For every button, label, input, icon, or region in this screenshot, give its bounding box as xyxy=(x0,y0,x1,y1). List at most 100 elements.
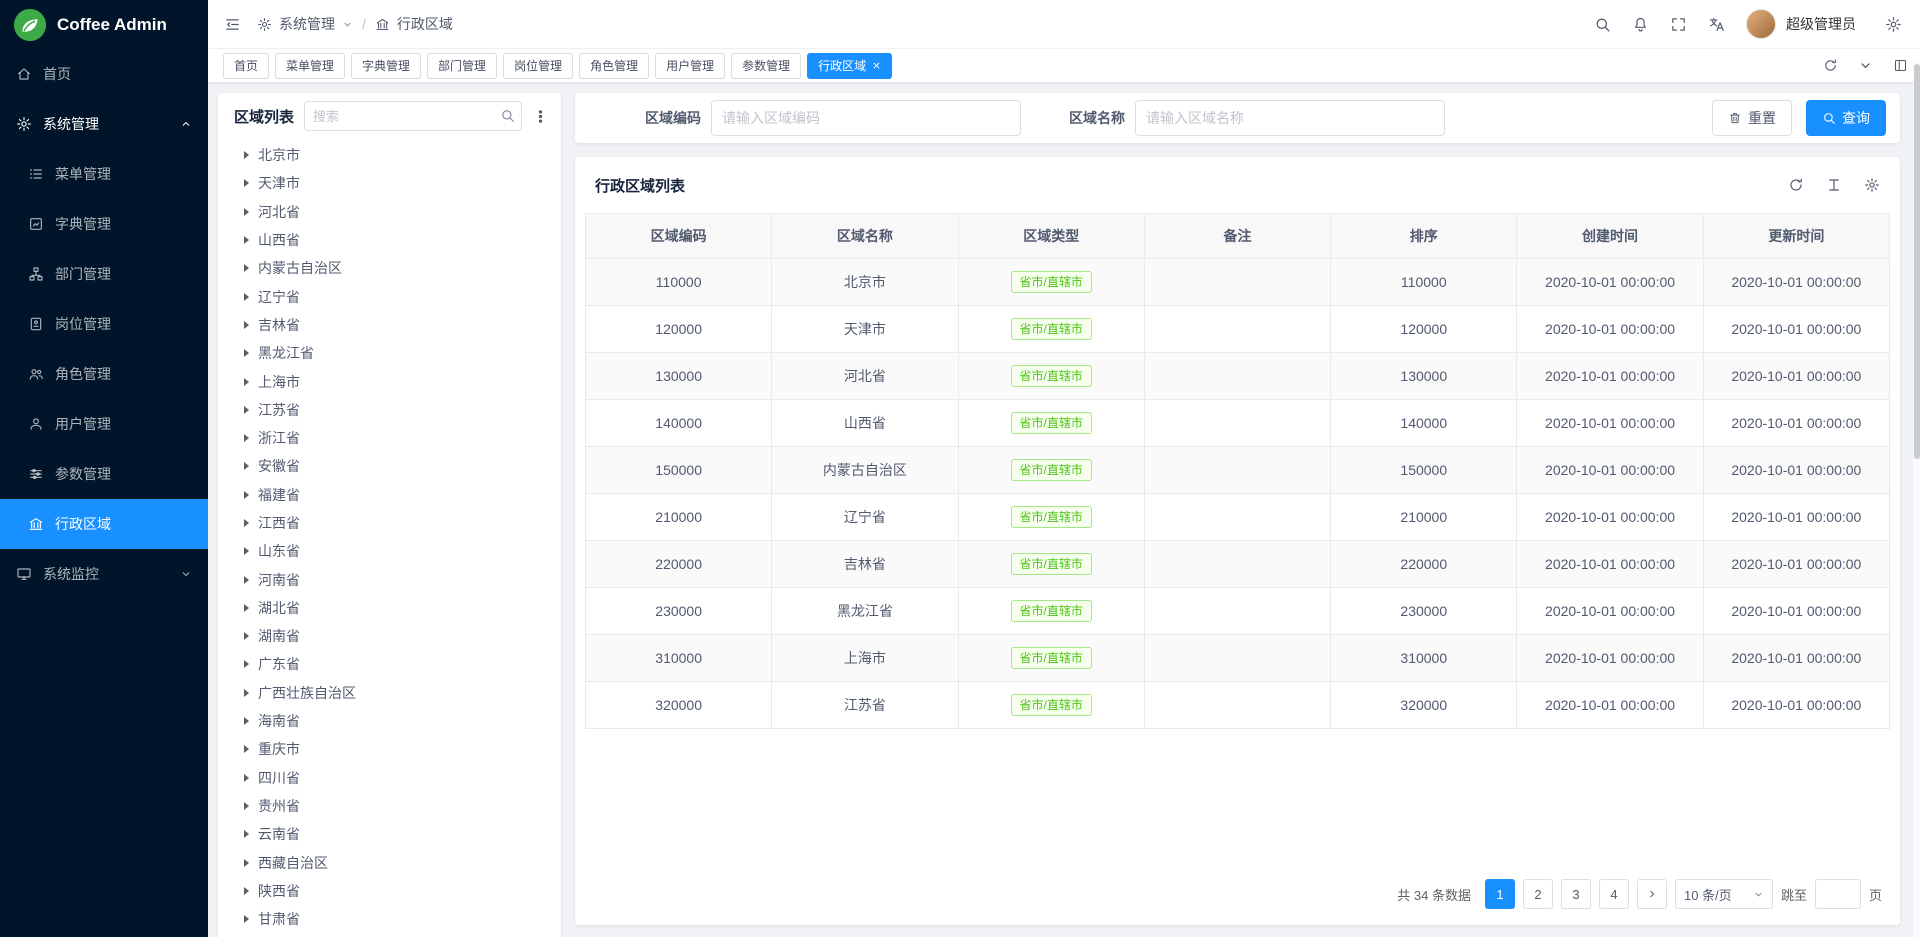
sidebar-item-home[interactable]: 首页 xyxy=(0,49,208,99)
tree-item[interactable]: 重庆市 xyxy=(218,735,561,763)
menu-fold-icon[interactable] xyxy=(224,16,241,33)
chevron-up-icon xyxy=(180,118,192,130)
tree-item[interactable]: 安徽省 xyxy=(218,452,561,480)
cell-type: 省市/直辖市 xyxy=(958,306,1144,353)
tree-item[interactable]: 北京市 xyxy=(218,141,561,169)
jump-page-input[interactable] xyxy=(1815,879,1861,909)
tree-item[interactable]: 浙江省 xyxy=(218,424,561,452)
tree-item[interactable]: 西藏自治区 xyxy=(218,848,561,876)
translate-icon[interactable] xyxy=(1708,16,1725,33)
tab[interactable]: 行政区域 xyxy=(807,53,892,79)
tree-item[interactable]: 山东省 xyxy=(218,537,561,565)
sidebar-group-monitor[interactable]: 系统监控 xyxy=(0,549,208,599)
tree-item[interactable]: 江西省 xyxy=(218,509,561,537)
more-options-icon[interactable] xyxy=(532,108,549,125)
username[interactable]: 超级管理员 xyxy=(1786,14,1856,34)
tree-item[interactable]: 青海省 xyxy=(218,933,561,937)
tree-item[interactable]: 甘肃省 xyxy=(218,905,561,933)
cell-updated: 2020-10-01 00:00:00 xyxy=(1703,494,1889,541)
row-density-icon[interactable] xyxy=(1826,177,1842,193)
tree-item[interactable]: 江苏省 xyxy=(218,396,561,424)
page-button[interactable]: 4 xyxy=(1599,879,1629,909)
tree-search-input[interactable] xyxy=(304,101,522,131)
search-button[interactable]: 查询 xyxy=(1806,100,1886,136)
cell-updated: 2020-10-01 00:00:00 xyxy=(1703,400,1889,447)
tree-item[interactable]: 河北省 xyxy=(218,198,561,226)
tree-item[interactable]: 贵州省 xyxy=(218,792,561,820)
sidebar-subitem[interactable]: 角色管理 xyxy=(0,349,208,399)
sidebar-subitem[interactable]: 岗位管理 xyxy=(0,299,208,349)
tree-item[interactable]: 陕西省 xyxy=(218,877,561,905)
tree-item[interactable]: 湖北省 xyxy=(218,594,561,622)
tree-item[interactable]: 辽宁省 xyxy=(218,282,561,310)
column-settings-gear-icon[interactable] xyxy=(1864,177,1880,193)
tree-item[interactable]: 河南省 xyxy=(218,565,561,593)
cell-code: 320000 xyxy=(586,682,772,729)
tab-bar: 首页 菜单管理 字典管理 部门管理 xyxy=(208,49,1920,82)
reset-button[interactable]: 重置 xyxy=(1712,100,1792,136)
tab[interactable]: 角色管理 xyxy=(579,53,649,79)
tab-options-chevron-icon[interactable] xyxy=(1858,58,1873,73)
tree-item[interactable]: 广东省 xyxy=(218,650,561,678)
region-code-input[interactable] xyxy=(711,100,1021,136)
cell-updated: 2020-10-01 00:00:00 xyxy=(1703,259,1889,306)
sidebar-subitem[interactable]: 用户管理 xyxy=(0,399,208,449)
sidebar-subitem[interactable]: 部门管理 xyxy=(0,249,208,299)
tree-item[interactable]: 上海市 xyxy=(218,367,561,395)
tree-item[interactable]: 黑龙江省 xyxy=(218,339,561,367)
cell-type: 省市/直辖市 xyxy=(958,353,1144,400)
refresh-icon[interactable] xyxy=(1823,58,1838,73)
caret-right-icon xyxy=(244,604,249,612)
tab[interactable]: 岗位管理 xyxy=(503,53,573,79)
chevron-down-icon[interactable] xyxy=(342,19,353,30)
caret-right-icon xyxy=(244,887,249,895)
tab[interactable]: 字典管理 xyxy=(351,53,421,79)
tree-item[interactable]: 湖南省 xyxy=(218,622,561,650)
total-count: 共 34 条数据 xyxy=(1397,885,1471,904)
sidebar-subitem[interactable]: 菜单管理 xyxy=(0,149,208,199)
scrollbar-thumb[interactable] xyxy=(1914,64,1920,459)
breadcrumb-parent[interactable]: 系统管理 xyxy=(279,14,335,34)
layout-toggle-icon[interactable] xyxy=(1893,58,1908,73)
avatar[interactable] xyxy=(1746,9,1776,39)
page-button[interactable]: 3 xyxy=(1561,879,1591,909)
sidebar-subitem[interactable]: 行政区域 xyxy=(0,499,208,549)
tree-item[interactable]: 福建省 xyxy=(218,481,561,509)
tree-item[interactable]: 山西省 xyxy=(218,226,561,254)
bell-icon[interactable] xyxy=(1632,16,1649,33)
region-name-input[interactable] xyxy=(1135,100,1445,136)
tree-item[interactable]: 吉林省 xyxy=(218,311,561,339)
tree-item[interactable]: 天津市 xyxy=(218,169,561,197)
cell-name: 天津市 xyxy=(772,306,958,353)
page-size-select[interactable]: 10 条/页 xyxy=(1675,879,1773,909)
breadcrumb: 系统管理 / 行政区域 xyxy=(257,14,453,34)
tab[interactable]: 用户管理 xyxy=(655,53,725,79)
tree-item[interactable]: 海南省 xyxy=(218,707,561,735)
sidebar-subitem[interactable]: 字典管理 xyxy=(0,199,208,249)
tree-item[interactable]: 四川省 xyxy=(218,764,561,792)
submenu-icon xyxy=(28,266,44,282)
tab[interactable]: 参数管理 xyxy=(731,53,801,79)
page-button[interactable]: 1 xyxy=(1485,879,1515,909)
refresh-icon[interactable] xyxy=(1788,177,1804,193)
table-row: 220000 吉林省 省市/直辖市 220000 2020-10-01 00:0… xyxy=(586,541,1890,588)
fullscreen-icon[interactable] xyxy=(1670,16,1687,33)
sidebar-group-system[interactable]: 系统管理 xyxy=(0,99,208,149)
tree-item[interactable]: 广西壮族自治区 xyxy=(218,679,561,707)
cell-type: 省市/直辖市 xyxy=(958,541,1144,588)
tab[interactable]: 菜单管理 xyxy=(275,53,345,79)
tree-item[interactable]: 云南省 xyxy=(218,820,561,848)
submenu-icon xyxy=(28,466,44,482)
tab-close-icon[interactable] xyxy=(872,61,881,70)
next-page-button[interactable] xyxy=(1637,879,1667,909)
tree-item[interactable]: 内蒙古自治区 xyxy=(218,254,561,282)
settings-gear-icon[interactable] xyxy=(1885,16,1902,33)
tab[interactable]: 部门管理 xyxy=(427,53,497,79)
search-icon xyxy=(1822,111,1836,125)
page-button[interactable]: 2 xyxy=(1523,879,1553,909)
tree-panel-header: 区域列表 xyxy=(218,93,561,137)
search-icon[interactable] xyxy=(1594,16,1611,33)
tab[interactable]: 首页 xyxy=(223,53,269,79)
sidebar-subitem[interactable]: 参数管理 xyxy=(0,449,208,499)
caret-right-icon xyxy=(244,179,249,187)
